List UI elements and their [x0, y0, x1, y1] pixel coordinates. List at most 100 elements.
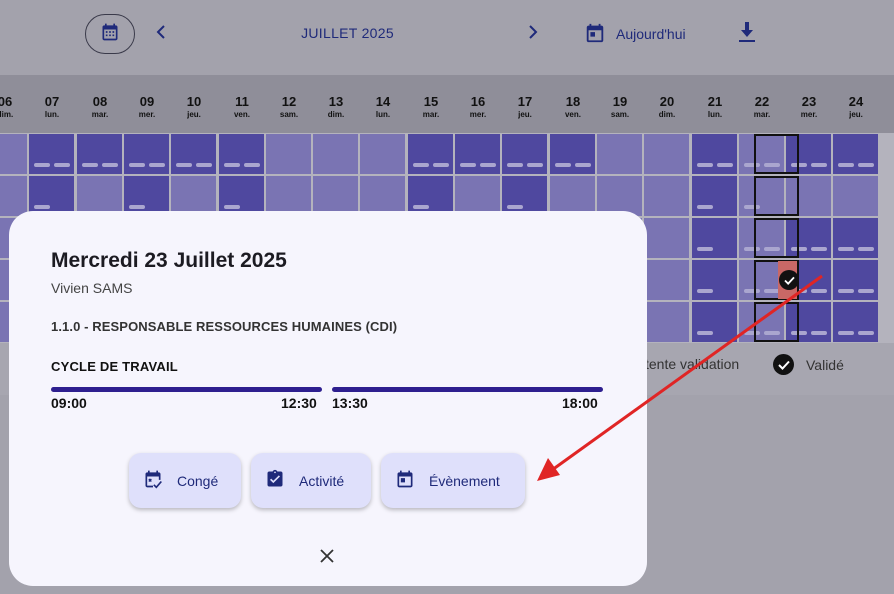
today-button[interactable]: Aujourd'hui	[584, 20, 686, 48]
planning-cell[interactable]	[455, 134, 500, 174]
shift-bar	[811, 163, 827, 167]
calendar-picker-button[interactable]	[85, 14, 135, 54]
planning-cell[interactable]	[644, 218, 689, 258]
planning-cell[interactable]	[833, 176, 878, 216]
day-name: sam.	[610, 110, 630, 119]
planning-cell[interactable]	[644, 302, 689, 342]
planning-cell[interactable]	[644, 260, 689, 300]
planning-cell[interactable]	[124, 176, 169, 216]
planning-cell[interactable]	[833, 134, 878, 174]
planning-cell[interactable]	[408, 134, 453, 174]
planning-cell[interactable]	[29, 134, 74, 174]
day-name: mer.	[138, 110, 156, 119]
planning-cell[interactable]	[644, 134, 689, 174]
planning-cell[interactable]	[833, 260, 878, 300]
planning-cell[interactable]	[313, 134, 358, 174]
day-name: mar.	[422, 110, 440, 119]
planning-cell[interactable]	[692, 176, 737, 216]
download-icon	[737, 21, 757, 48]
day-name: jeu.	[518, 110, 532, 119]
planning-cell[interactable]	[692, 134, 737, 174]
planning-cell[interactable]	[502, 176, 547, 216]
modal-date-title: Mercredi 23 Juillet 2025	[51, 249, 287, 272]
shift-bar	[838, 247, 854, 251]
planning-cell[interactable]	[29, 176, 74, 216]
day-column-header: 17 jeu.	[510, 94, 540, 119]
planning-cell[interactable]	[171, 134, 216, 174]
day-number: 18	[565, 94, 581, 109]
selected-day-outline	[754, 134, 799, 174]
planning-cell[interactable]	[692, 218, 737, 258]
planning-cell[interactable]	[550, 134, 595, 174]
day-number: 19	[612, 94, 628, 109]
planning-cell[interactable]	[77, 134, 122, 174]
shift-bar	[697, 289, 713, 293]
day-name: dim.	[658, 110, 676, 119]
next-month-button[interactable]	[524, 22, 542, 46]
planning-cell[interactable]	[77, 176, 122, 216]
day-number: 07	[44, 94, 60, 109]
legend-valid-label: Validé	[806, 356, 844, 373]
calendar-today-icon	[584, 22, 606, 47]
planning-cell[interactable]	[219, 176, 264, 216]
shift-bar	[838, 289, 854, 293]
day-name: ven.	[233, 110, 250, 119]
planning-cell[interactable]	[455, 176, 500, 216]
employee-name: Vivien SAMS	[51, 280, 133, 296]
planning-cell[interactable]	[502, 134, 547, 174]
day-number: 14	[375, 94, 391, 109]
day-column-header: 07 lun.	[37, 94, 67, 119]
planning-cell[interactable]	[692, 302, 737, 342]
day-name: mar.	[91, 110, 109, 119]
day-column-header: 10 jeu.	[179, 94, 209, 119]
cycle-end-time: 18:00	[562, 395, 598, 411]
shift-bar	[480, 163, 496, 167]
planning-cell[interactable]	[597, 176, 642, 216]
planning-cell[interactable]	[833, 302, 878, 342]
leave-button[interactable]: Congé	[129, 453, 241, 508]
shift-bar	[811, 247, 827, 251]
shift-bar	[34, 205, 50, 209]
planning-cell[interactable]	[266, 134, 311, 174]
planning-cell[interactable]	[597, 134, 642, 174]
planning-cell[interactable]	[171, 176, 216, 216]
day-name: dim.	[0, 110, 14, 119]
download-button[interactable]	[735, 21, 759, 48]
planning-cell[interactable]	[360, 134, 405, 174]
day-column-header: 14 lun.	[368, 94, 398, 119]
close-modal-button[interactable]	[318, 548, 336, 567]
calendar-toolbar: JUILLET 2025 Aujourd'hui	[0, 0, 894, 75]
day-column-header: 09 mer.	[132, 94, 162, 119]
planning-cell[interactable]	[266, 176, 311, 216]
planning-cell[interactable]	[833, 218, 878, 258]
planning-cell[interactable]	[313, 176, 358, 216]
shift-bar	[129, 205, 145, 209]
planning-cell[interactable]	[0, 176, 27, 216]
shift-bar	[149, 163, 165, 167]
planning-cell[interactable]	[644, 176, 689, 216]
day-header: 06dim.07lun.08mar.09mer.10jeu.11ven.12sa…	[0, 75, 894, 133]
day-column-header: 12 sam.	[274, 94, 304, 119]
shift-bar	[244, 163, 260, 167]
cycle-start-time: 09:00	[51, 395, 87, 411]
day-column-header: 23 mer.	[794, 94, 824, 119]
day-number: 06	[0, 94, 13, 109]
planning-cell[interactable]	[408, 176, 453, 216]
day-name: dim.	[327, 110, 345, 119]
event-calendar-icon	[395, 468, 415, 493]
planning-cell[interactable]	[219, 134, 264, 174]
planning-cell[interactable]	[124, 134, 169, 174]
planning-cell[interactable]	[550, 176, 595, 216]
event-button[interactable]: Évènement	[381, 453, 525, 508]
shift-bar	[858, 331, 874, 335]
previous-month-button[interactable]	[152, 22, 170, 46]
shift-bar	[697, 247, 713, 251]
planning-cell[interactable]	[692, 260, 737, 300]
legend-pending-label: tente validation	[645, 356, 740, 372]
shift-bar	[102, 163, 118, 167]
planning-cell[interactable]	[360, 176, 405, 216]
shift-bar	[697, 163, 713, 167]
activity-button[interactable]: Activité	[251, 453, 371, 508]
day-column-header: 20 dim.	[652, 94, 682, 119]
planning-cell[interactable]	[0, 134, 27, 174]
